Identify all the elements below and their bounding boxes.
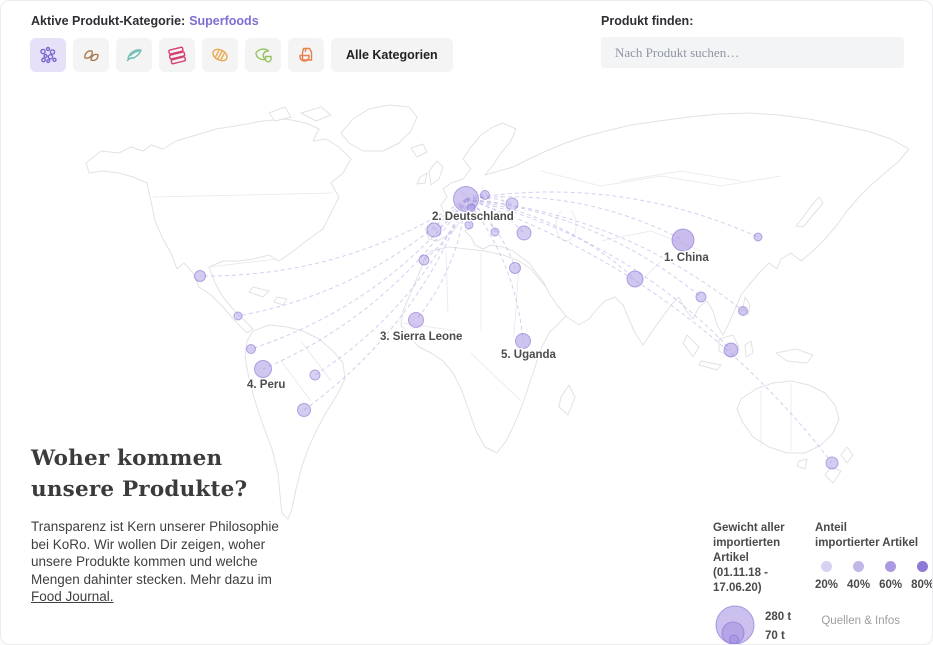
marker-label-sierra-leone: 3. Sierra Leone	[380, 331, 462, 343]
share-scale-item: 80%	[911, 561, 933, 593]
continent-path	[429, 161, 443, 185]
marker-bubble[interactable]	[195, 271, 206, 282]
dried-fruit-icon	[123, 44, 145, 66]
marker-bubble-china[interactable]	[672, 229, 694, 251]
bread-icon	[209, 44, 231, 66]
share-dot-label: 60%	[879, 578, 902, 593]
category-button-breakfast[interactable]	[245, 38, 281, 72]
share-dot	[853, 561, 864, 572]
share-legend: Anteil importierter Artikel 20% 40% 60% 80%	[815, 521, 933, 593]
weight-size-labels: 280 t 70 t 400 kg	[765, 610, 801, 645]
share-opacity-scale: 20% 40% 60% 80%	[815, 561, 933, 593]
weight-scale-circles	[713, 602, 759, 645]
weight-scale-circle	[730, 635, 739, 644]
marker-bubble[interactable]	[491, 228, 499, 236]
share-dot	[917, 561, 928, 572]
marker-bubble[interactable]	[739, 307, 748, 316]
category-button-bars[interactable]	[159, 38, 195, 72]
marker-bubble[interactable]	[247, 345, 256, 354]
product-search: Produkt finden:	[601, 14, 904, 68]
snack-bars-icon	[166, 44, 188, 66]
marker-label-deutschland: 2. Deutschland	[432, 211, 514, 223]
marker-bubble[interactable]	[481, 191, 490, 200]
marker-bubble[interactable]	[298, 404, 311, 417]
share-legend-title-1: Anteil	[815, 521, 933, 536]
weight-legend: Gewicht aller importierten Artikel (01.1…	[713, 521, 818, 645]
berries-icon	[37, 44, 59, 66]
continent-path	[797, 459, 807, 469]
marker-bubble-peru[interactable]	[255, 361, 272, 378]
continent-path	[301, 107, 331, 121]
continent-path	[559, 385, 575, 415]
category-button-superfoods[interactable]	[30, 38, 66, 72]
nuts-icon	[80, 44, 102, 66]
marker-bubble[interactable]	[696, 292, 706, 302]
continent-path	[745, 341, 753, 357]
marker-bubble-uganda[interactable]	[516, 334, 531, 349]
page-title: Woher kommen unsere Produkte?	[31, 443, 287, 505]
app-card: 2. Deutschland 1. China 3. Sierra Leone 4. …	[0, 0, 933, 645]
marker-bubble[interactable]	[510, 263, 521, 274]
continent-path	[411, 144, 427, 157]
weight-legend-title-2: importierten Artikel	[713, 536, 818, 566]
continent-path	[699, 361, 721, 370]
share-dot-label: 20%	[815, 578, 838, 593]
share-dot	[885, 561, 896, 572]
share-dot-label: 40%	[847, 578, 870, 593]
all-categories-button[interactable]: Alle Kategorien	[331, 38, 453, 72]
intro-paragraph: Transparenz ist Kern unserer Philosophie…	[31, 518, 287, 606]
marker-bubble[interactable]	[506, 198, 518, 210]
marker-label-uganda: 5. Uganda	[501, 349, 557, 361]
category-button-groceries[interactable]	[288, 38, 324, 72]
continent-path	[417, 173, 427, 184]
marker-bubble[interactable]	[234, 312, 242, 320]
share-scale-item: 60%	[879, 561, 902, 593]
marker-bubble-sierra-leone[interactable]	[409, 313, 424, 328]
continent-path	[274, 297, 287, 305]
search-label: Produkt finden:	[601, 14, 904, 28]
food-journal-link[interactable]: Food Journal.	[31, 589, 114, 604]
share-dot	[821, 561, 832, 572]
intro-block: Woher kommen unsere Produkte? Transparen…	[31, 443, 287, 606]
weight-legend-period: (01.11.18 - 17.06.20)	[713, 566, 818, 596]
croissant-icon	[252, 44, 274, 66]
weight-legend-title-1: Gewicht aller	[713, 521, 818, 536]
share-legend-title-2: importierter Artikel	[815, 536, 933, 551]
marker-bubble[interactable]	[627, 271, 643, 287]
marker-label-china: 1. China	[664, 252, 709, 264]
continent-path	[249, 287, 269, 297]
continent-path	[341, 105, 417, 151]
category-button-bread[interactable]	[202, 38, 238, 72]
search-input[interactable]	[601, 37, 904, 68]
active-category-value[interactable]: Superfoods	[189, 14, 258, 28]
continent-path	[776, 349, 813, 363]
continent-path	[683, 335, 699, 357]
active-category-label: Aktive Produkt-Kategorie:	[31, 14, 185, 28]
category-button-dried-fruits[interactable]	[116, 38, 152, 72]
marker-label-peru: 4. Peru	[247, 379, 285, 391]
marker-bubble[interactable]	[517, 226, 531, 240]
marker-bubble[interactable]	[754, 233, 762, 241]
marker-bubble[interactable]	[310, 370, 320, 380]
marker-bubble[interactable]	[427, 223, 441, 237]
continent-path	[737, 381, 839, 453]
share-scale-item: 40%	[847, 561, 870, 593]
sources-link[interactable]: Quellen & Infos	[821, 615, 900, 627]
marker-bubble[interactable]	[724, 343, 738, 357]
active-category-line: Aktive Produkt-Kategorie: Superfoods	[31, 14, 259, 28]
marker-bubble[interactable]	[419, 255, 429, 265]
category-bar: Alle Kategorien	[30, 38, 453, 72]
share-scale-item: 20%	[815, 561, 838, 593]
continent-path	[841, 447, 853, 463]
grocery-bag-icon	[295, 44, 317, 66]
continent-path	[86, 119, 351, 333]
share-dot-label: 80%	[911, 578, 933, 593]
category-button-nuts[interactable]	[73, 38, 109, 72]
marker-bubble[interactable]	[826, 457, 838, 469]
